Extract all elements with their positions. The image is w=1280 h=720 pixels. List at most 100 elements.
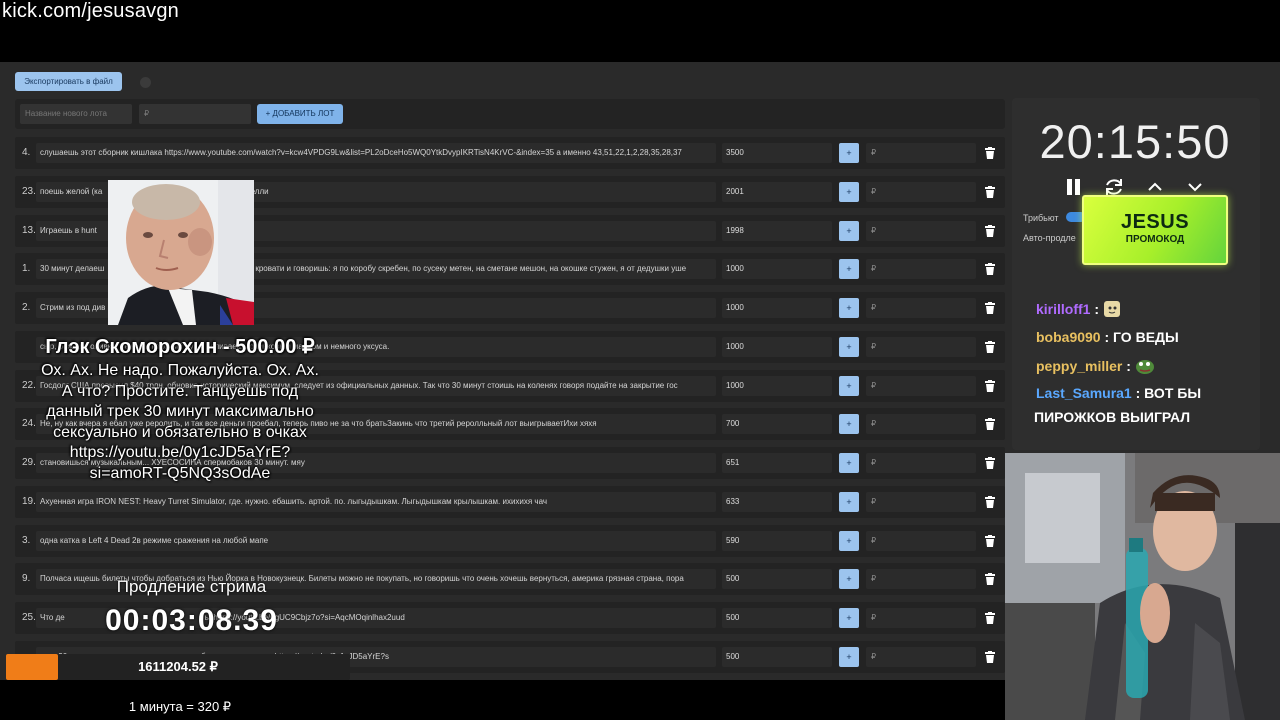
add-amount-button[interactable]: + [839,569,859,589]
theme-toggle[interactable] [140,77,151,88]
add-amount-button[interactable]: + [839,453,859,473]
trash-icon[interactable] [985,496,995,508]
chat-text: : [1131,385,1141,401]
add-amount-button[interactable]: + [839,647,859,667]
lot-title-text: на кровати и говоришь: я по коробу скреб… [244,264,687,273]
lot-amount[interactable]: 651 [722,453,832,473]
add-lot-button[interactable]: + ДОБАВИТЬ ЛОТ [257,104,343,124]
lot-amount[interactable]: 1000 [722,259,832,279]
lot-add-amount-input[interactable]: ₽ [866,182,976,202]
trash-icon[interactable] [985,651,995,663]
trash-icon[interactable] [985,147,995,159]
lot-add-amount-input[interactable]: ₽ [866,221,976,241]
chat-username: peppy_miller [1036,358,1123,375]
lot-add-amount-input[interactable]: ₽ [866,376,976,396]
lot-number: 2. [22,302,31,313]
lot-amount[interactable]: 590 [722,531,832,551]
add-amount-button[interactable]: + [839,492,859,512]
trash-icon[interactable] [985,535,995,547]
lot-add-amount-input[interactable]: ₽ [866,453,976,473]
add-amount-button[interactable]: + [839,221,859,241]
trash-icon[interactable] [985,225,995,237]
add-amount-button[interactable]: + [839,182,859,202]
extension-label: Продление стрима [116,577,267,596]
add-amount-button[interactable]: + [839,259,859,279]
trash-icon[interactable] [985,573,995,585]
trash-icon[interactable] [985,263,995,275]
lot-title-text: поешь желой (ка [40,187,103,196]
lot-row: 4. слушаешь этот сборник кишлака https://… [15,137,1005,169]
channel-url: kick.com/jesusavgn [2,0,179,22]
chat-text: : [1100,329,1110,345]
trash-icon[interactable] [985,186,995,198]
donation-image [108,180,254,325]
lot-amount[interactable]: 3500 [722,143,832,163]
chat-overlay: kirilloff1 : boba9090 : ГО ВЕДЫ peppy_mi… [1030,294,1270,434]
lot-add-amount-input[interactable]: ₽ [866,259,976,279]
lot-title-input[interactable]: одна катка в Left 4 Dead 2в режиме сраже… [36,531,716,551]
lot-title-text: 30 минут делаеш [40,264,105,273]
chat-message: boba9090 : ГО ВЕДЫ [1036,329,1179,345]
add-amount-button[interactable]: + [839,414,859,434]
donation-line: А что? Простите. Танцуешь под [61,382,299,400]
stream-screen: kick.com/jesusavgn Экспортировать в файл… [0,0,1280,720]
chat-separator: : [1090,301,1100,318]
lot-add-amount-input[interactable]: ₽ [866,298,976,318]
lot-amount[interactable]: 2001 [722,182,832,202]
pause-icon[interactable] [1063,176,1085,198]
lot-title-input[interactable]: слушаешь этот сборник кишлака https://ww… [36,143,716,163]
add-amount-button[interactable]: + [839,376,859,396]
trash-icon[interactable] [985,612,995,624]
add-amount-button[interactable]: + [839,143,859,163]
lot-add-amount-input[interactable]: ₽ [866,531,976,551]
rate-text: 1 минута = 320 ₽ [128,699,232,714]
chat-separator: : [1122,358,1131,375]
lot-amount[interactable]: 500 [722,608,832,628]
lot-number: 23. [22,186,36,197]
lot-add-amount-input[interactable]: ₽ [866,569,976,589]
lot-number: 3. [22,535,31,546]
lot-add-amount-input[interactable]: ₽ [866,647,976,667]
lot-amount[interactable]: 1998 [722,221,832,241]
trash-icon[interactable] [985,302,995,314]
trash-icon[interactable] [985,341,995,353]
lot-add-amount-input[interactable]: ₽ [866,337,976,357]
chat-text-wrap: ПИРОЖКОВ ВЫИГРАЛ [1034,409,1191,425]
lot-row: 3. одна катка в Left 4 Dead 2в режиме сра… [15,525,1005,557]
trash-icon[interactable] [985,380,995,392]
lot-title-text: слушаешь этот сборник кишлака https://ww… [40,148,682,157]
chat-text: ВОТ БЫ [1140,385,1202,401]
donation-line: данный трек 30 минут максимально [46,403,314,420]
lot-add-amount-input[interactable]: ₽ [866,414,976,434]
trash-icon[interactable] [985,457,995,469]
lot-add-amount-input[interactable]: ₽ [866,143,976,163]
donation-line: si=amoRT-Q5NQ3sOdAe [89,464,271,482]
lot-amount[interactable]: 633 [722,492,832,512]
webcam [1005,453,1280,720]
export-button[interactable]: Экспортировать в файл [15,72,122,91]
lot-amount[interactable]: 1000 [722,298,832,318]
lot-title-input[interactable]: Ахуенная игра IRON NEST: Heavy Turret Si… [36,492,716,512]
lot-row: 19. Ахуенная игра IRON NEST: Heavy Turret… [15,486,1005,518]
auto-extend-label: Авто-продле [1023,233,1076,243]
lot-amount[interactable]: 500 [722,647,832,667]
chat-username: kirilloff1 [1036,301,1091,318]
chat-message: peppy_miller : [1036,357,1155,378]
lot-add-amount-input[interactable]: ₽ [866,492,976,512]
lot-amount[interactable]: 700 [722,414,832,434]
tribute-label: Трибьют [1023,213,1059,223]
lot-amount[interactable]: 500 [722,569,832,589]
lot-add-amount-input[interactable]: ₽ [866,608,976,628]
trash-icon[interactable] [985,418,995,430]
add-amount-button[interactable]: + [839,337,859,357]
lot-amount[interactable]: 1000 [722,337,832,357]
new-lot-amount-input[interactable]: ₽ [139,104,251,124]
donation-message: Ох. Ах. Не надо. Пожалуйста. Ох. Ах. А ч… [0,361,360,484]
add-amount-button[interactable]: + [839,531,859,551]
new-lot-name-input[interactable]: Название нового лота [20,104,132,124]
lot-amount[interactable]: 1000 [722,376,832,396]
lot-number: 13. [22,225,36,236]
add-amount-button[interactable]: + [839,608,859,628]
donation-alert: Глэк Скоморохин - 500.00 ₽ Ох. Ах. Не на… [0,334,360,484]
add-amount-button[interactable]: + [839,298,859,318]
